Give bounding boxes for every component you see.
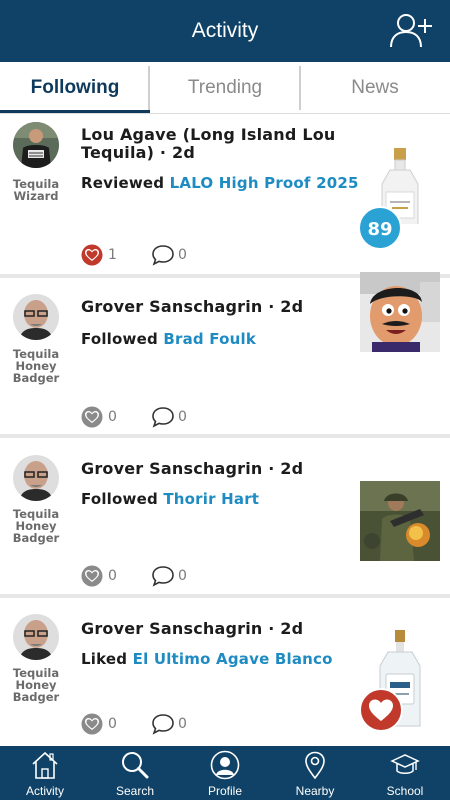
feed-item-action: Liked El Ultimo Agave Blanco [81, 650, 351, 668]
avatar[interactable] [13, 122, 59, 168]
like-count: 0 [108, 716, 117, 732]
action-target-link[interactable]: El Ultimo Agave Blanco [133, 650, 333, 668]
heart-icon[interactable] [81, 244, 103, 266]
tab-trending[interactable]: Trending [150, 62, 300, 114]
feed-tabs: Following Trending News [0, 62, 450, 114]
feed-item[interactable]: Tequila Wizard Lou Agave (Long Island Lo… [0, 114, 450, 274]
feed-item-title[interactable]: Lou Agave (Long Island Lou Tequila) · 2d [81, 126, 341, 162]
nav-nearby[interactable]: Nearby [270, 746, 360, 800]
comment-icon[interactable] [151, 565, 175, 587]
heart-outline-icon[interactable] [81, 406, 103, 428]
tab-following[interactable]: Following [0, 62, 150, 114]
feed-item-action: Followed Brad Foulk [81, 330, 351, 348]
nav-label: Activity [25, 784, 64, 798]
nav-label: School [386, 784, 424, 798]
user-rank-label: Tequila Wizard [12, 177, 60, 203]
heart-icon [359, 688, 403, 732]
comment-icon[interactable] [151, 244, 175, 266]
action-target-link[interactable]: Brad Foulk [163, 330, 256, 348]
action-verb: Reviewed [81, 174, 165, 192]
avatar[interactable] [13, 294, 59, 340]
comment-count: 0 [178, 409, 187, 425]
page-title: Activity [191, 19, 259, 42]
feed-item-title[interactable]: Grover Sanschagrin · 2d [81, 460, 341, 478]
profile-icon [210, 750, 240, 780]
feed-item-action: Reviewed LALO High Proof 2025 [81, 174, 358, 192]
action-verb: Followed [81, 490, 158, 508]
nav-label: Profile [207, 784, 242, 798]
user-rank-label: Tequila Honey Badger [12, 347, 60, 385]
comment-icon[interactable] [151, 406, 175, 428]
followed-user-thumbnail[interactable] [360, 272, 440, 352]
followed-user-thumbnail[interactable] [360, 481, 440, 561]
tab-news[interactable]: News [300, 62, 450, 114]
rating-score-badge: 89 [358, 206, 402, 250]
avatar[interactable] [13, 614, 59, 660]
tab-divider [148, 66, 150, 110]
like-count: 0 [108, 568, 117, 584]
action-target-link[interactable]: LALO High Proof 2025 [170, 174, 359, 192]
nav-search[interactable]: Search [90, 746, 180, 800]
comment-count: 0 [178, 568, 187, 584]
feed-item-action: Followed Thorir Hart [81, 490, 351, 508]
location-pin-icon [305, 751, 325, 780]
search-icon [122, 752, 149, 779]
like-count: 0 [108, 409, 117, 425]
add-user-icon[interactable] [388, 10, 434, 50]
avatar[interactable] [13, 455, 59, 501]
tab-divider [299, 66, 301, 110]
comment-count: 0 [178, 716, 187, 732]
nav-label: Search [115, 784, 155, 798]
user-rank-label: Tequila Honey Badger [12, 666, 60, 704]
nav-label: Nearby [295, 784, 335, 798]
action-verb: Liked [81, 650, 128, 668]
action-verb: Followed [81, 330, 158, 348]
comment-icon[interactable] [151, 713, 175, 735]
like-count: 1 [108, 247, 117, 263]
nav-school[interactable]: School [360, 746, 450, 800]
home-icon [32, 751, 58, 779]
graduation-cap-icon [390, 754, 420, 774]
feed-item-title[interactable]: Grover Sanschagrin · 2d [81, 620, 341, 638]
comment-count: 0 [178, 247, 187, 263]
active-tab-indicator [0, 110, 150, 113]
feed-item-title[interactable]: Grover Sanschagrin · 2d [81, 298, 341, 316]
nav-profile[interactable]: Profile [180, 746, 270, 800]
bottom-nav: Activity Search Profile Nearby School [0, 746, 450, 800]
heart-outline-icon[interactable] [81, 565, 103, 587]
user-rank-label: Tequila Honey Badger [12, 507, 60, 545]
app-header: Activity [0, 0, 450, 62]
activity-feed[interactable]: Tequila Wizard Lou Agave (Long Island Lo… [0, 114, 450, 746]
nav-activity[interactable]: Activity [0, 746, 90, 800]
action-target-link[interactable]: Thorir Hart [163, 490, 259, 508]
heart-outline-icon[interactable] [81, 713, 103, 735]
